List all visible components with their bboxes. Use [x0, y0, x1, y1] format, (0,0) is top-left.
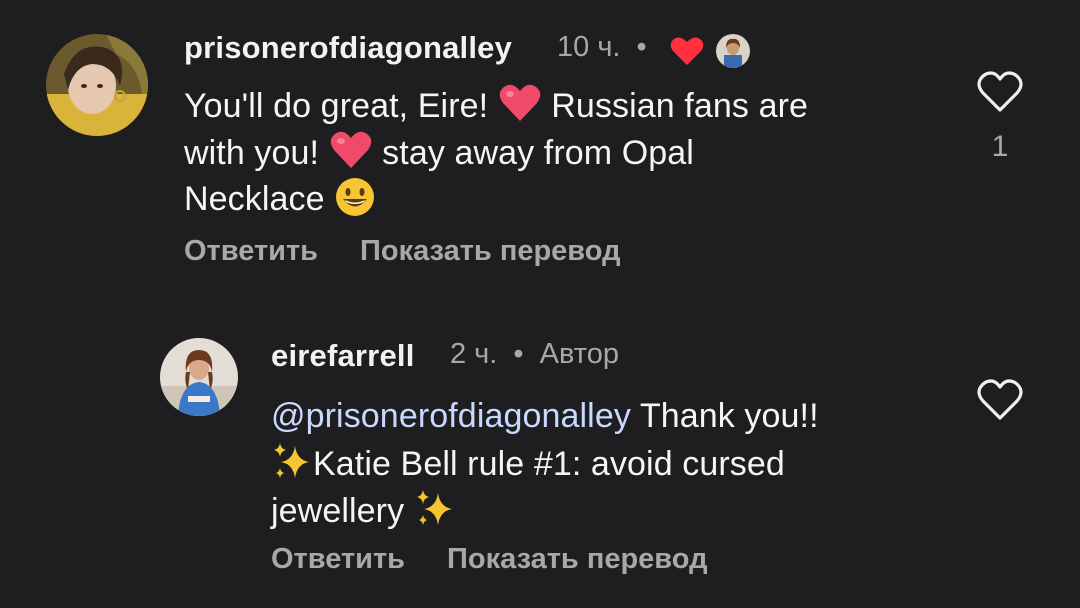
text-segment: Necklace	[184, 180, 335, 218]
comment-2-reply: eirefarrell 2 ч. • Автор @prisonerofdiag…	[0, 300, 1080, 608]
comment-username[interactable]: eirefarrell	[271, 338, 415, 374]
liked-by-author-heart-icon	[670, 37, 704, 65]
time-label: 10 ч.	[557, 31, 621, 63]
reply-button[interactable]: Ответить	[184, 235, 318, 267]
comment-line-1: You'll do great, Eire! Russian fans are	[184, 83, 808, 130]
text-segment: Thank you!!	[630, 397, 819, 435]
comment-line-2: Katie Bell rule #1: avoid cursed	[271, 440, 819, 488]
commenter-avatar[interactable]	[46, 34, 148, 136]
comment-text: @prisonerofdiagonalley Thank you!! Katie…	[271, 394, 819, 535]
sparkles-emoji-icon	[274, 442, 309, 478]
meta-separator: •	[513, 338, 524, 370]
comment-text: You'll do great, Eire! Russian fans are …	[184, 83, 808, 223]
like-heart-icon[interactable]	[976, 70, 1024, 114]
comment-meta: 2 ч. • Автор	[450, 338, 619, 371]
like-heart-icon[interactable]	[976, 378, 1024, 422]
like-count: 1	[991, 130, 1009, 163]
heart-emoji-icon	[330, 131, 371, 168]
time-label: 2 ч.	[450, 338, 498, 370]
text-segment: jewellery	[271, 492, 414, 530]
mention-link[interactable]: @prisonerofdiagonalley	[271, 397, 631, 435]
author-mini-avatar	[716, 34, 750, 68]
comment-time: 10 ч. •	[557, 31, 647, 64]
heart-emoji-icon	[499, 84, 541, 121]
comment-username[interactable]: prisonerofdiagonalley	[184, 30, 512, 66]
comment-line-1: @prisonerofdiagonalley Thank you!!	[271, 394, 819, 440]
text-segment: stay away from Opal	[372, 133, 694, 172]
show-translation-button[interactable]: Показать перевод	[447, 543, 707, 575]
comment-1: prisonerofdiagonalley 10 ч. • You'll do …	[0, 0, 1080, 300]
comment-line-2: with you! stay away from Opal	[184, 130, 808, 177]
comment-line-3: Necklace	[184, 176, 808, 223]
sparkles-emoji-icon	[416, 490, 452, 525]
comment-actions: Ответить Показать перевод	[271, 543, 750, 576]
text-segment: Russian fans are	[541, 87, 809, 125]
comment-line-3: jewellery	[271, 487, 819, 535]
author-badge: Автор	[539, 338, 619, 370]
comment-actions: Ответить Показать перевод	[184, 235, 663, 268]
meta-separator: •	[636, 31, 647, 63]
commenter-avatar[interactable]	[160, 338, 238, 416]
reply-button[interactable]: Ответить	[271, 543, 405, 575]
text-segment: Katie Bell rule #1: avoid cursed	[313, 444, 785, 483]
show-translation-button[interactable]: Показать перевод	[360, 235, 620, 267]
text-segment: with you!	[184, 133, 329, 172]
text-segment: You'll do great, Eire!	[184, 87, 498, 125]
comments-panel: prisonerofdiagonalley 10 ч. • You'll do …	[0, 0, 1080, 608]
smiley-emoji-icon	[336, 178, 375, 216]
